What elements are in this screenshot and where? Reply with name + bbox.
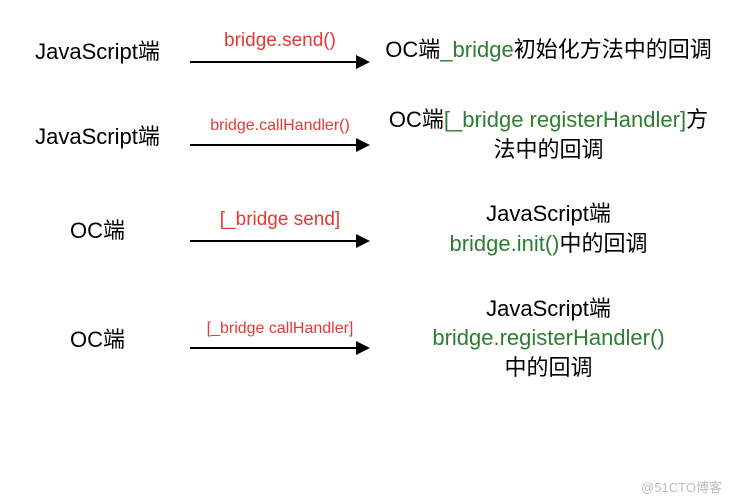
arrow: [_bridge callHandler] xyxy=(175,320,385,356)
source-label: OC端 xyxy=(20,213,175,245)
source-label: JavaScript端 xyxy=(20,119,175,151)
watermark: @51CTO博客 xyxy=(641,477,722,496)
target-green: bridge.registerHandler() xyxy=(432,325,664,350)
target-post: 初始化方法中的回调 xyxy=(514,37,712,62)
target-pre: JavaScript端 xyxy=(486,296,611,321)
target-label: OC端[_bridge registerHandler]方法中的回调 xyxy=(385,105,712,164)
diagram-row: OC端 [_bridge send] JavaScript端 bridge.ini… xyxy=(20,199,712,258)
target-label: OC端_bridge初始化方法中的回调 xyxy=(385,35,712,65)
arrow-icon xyxy=(190,54,370,70)
diagram-row: OC端 [_bridge callHandler] JavaScript端 bri… xyxy=(20,294,712,383)
arrow-icon xyxy=(190,233,370,249)
target-green: _bridge xyxy=(440,37,513,62)
diagram-row: JavaScript端 bridge.callHandler() OC端[_br… xyxy=(20,105,712,164)
diagram-row: JavaScript端 bridge.send() OC端_bridge初始化方… xyxy=(20,30,712,70)
arrow-icon xyxy=(190,137,370,153)
target-label: JavaScript端 bridge.registerHandler() 中的回调 xyxy=(385,294,712,383)
arrow-label: bridge.callHandler() xyxy=(210,117,350,135)
source-label: OC端 xyxy=(20,322,175,354)
target-post: 中的回调 xyxy=(504,355,592,380)
target-label: JavaScript端 bridge.init()中的回调 xyxy=(385,199,712,258)
target-pre: JavaScript端 xyxy=(486,201,611,226)
target-pre: OC端 xyxy=(385,37,440,62)
arrow-label: bridge.send() xyxy=(224,30,336,52)
arrow-icon xyxy=(190,340,370,356)
arrow: [_bridge send] xyxy=(175,209,385,249)
arrow: bridge.callHandler() xyxy=(175,117,385,153)
arrow: bridge.send() xyxy=(175,30,385,70)
target-green: bridge.init() xyxy=(449,231,559,256)
target-green: [_bridge registerHandler] xyxy=(444,107,686,132)
arrow-label: [_bridge send] xyxy=(220,209,340,231)
arrow-label: [_bridge callHandler] xyxy=(207,320,354,338)
diagram-rows: JavaScript端 bridge.send() OC端_bridge初始化方… xyxy=(0,0,732,403)
target-post: 中的回调 xyxy=(560,231,648,256)
source-label: JavaScript端 xyxy=(20,34,175,66)
target-pre: OC端 xyxy=(389,107,444,132)
